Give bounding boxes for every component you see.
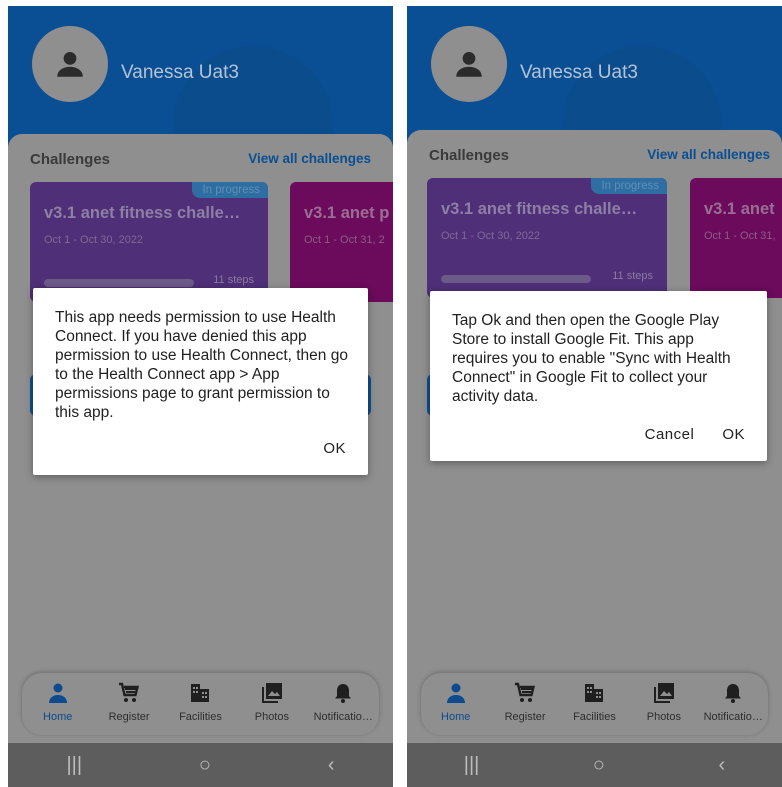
nav-home[interactable]: Home [426,681,486,723]
challenge-card[interactable]: v3.1 anet p Oct 1 - Oct 31, 2 [290,182,393,302]
photos-icon [653,683,674,703]
challenge-title: v3.1 anet p [304,204,390,222]
challenge-title: v3.1 anet fitness challe… [44,204,241,222]
challenges-title: Challenges [30,151,111,168]
person-icon [456,51,482,77]
nav-label: Notificatio… [313,711,373,723]
user-name: Vanessa Uat3 [520,62,638,83]
nav-label: Home [441,711,471,723]
challenge-steps: 11 steps [612,270,653,282]
bottom-nav: Home Register Facilities Photos Notifica… [22,673,379,735]
challenge-date: Oct 1 - Oct 30, 2022 [44,234,144,246]
cancel-button[interactable]: Cancel [645,426,695,443]
challenge-steps: 11 steps [213,274,254,286]
cart-icon [515,682,536,702]
challenge-progress [44,279,194,287]
bell-icon [335,684,352,703]
permission-dialog: This app needs permission to use Health … [33,288,368,475]
dialog-actions: OK [323,440,346,457]
phone-screen-left: Vanessa Uat3 Challenges View all challen… [8,6,393,787]
person-icon [57,51,83,77]
nav-register[interactable]: Register [99,681,159,723]
person-icon [446,683,465,703]
google-fit-dialog: Tap Ok and then open the Google Play Sto… [430,291,767,461]
avatar[interactable] [32,26,108,102]
challenge-card[interactable]: v3.1 anet Oct 1 - Oct 31, [690,178,782,298]
nav-label: Register [108,711,150,723]
dialog-message: Tap Ok and then open the Google Play Sto… [452,312,731,405]
photos-icon [261,683,282,703]
challenge-title: v3.1 anet [704,200,775,218]
system-nav-bar: ||| ○ ‹ [407,743,782,787]
nav-label: Photos [254,711,289,723]
nav-label: Facilities [573,711,616,723]
dialog-actions: Cancel OK [645,426,745,443]
nav-register[interactable]: Register [495,681,555,723]
status-badge: In progress [192,182,268,198]
phone-screen-right: Vanessa Uat3 Challenges View all challen… [407,6,782,787]
ok-button[interactable]: OK [323,440,346,457]
challenge-date: Oct 1 - Oct 31, [704,230,776,242]
bell-icon [725,684,742,703]
user-name: Vanessa Uat3 [121,62,239,83]
back-button[interactable]: ‹ [328,754,335,777]
challenge-date: Oct 1 - Oct 31, 2 [304,234,385,246]
nav-label: Facilities [179,711,222,723]
recents-button[interactable]: ||| [66,754,82,777]
nav-label: Notificatio… [703,711,763,723]
building-icon [191,684,210,702]
status-badge: In progress [591,178,667,194]
back-button[interactable]: ‹ [719,754,726,777]
building-icon [585,684,604,702]
nav-photos[interactable]: Photos [242,681,302,723]
nav-label: Home [43,711,73,723]
bottom-nav: Home Register Facilities Photos Notifica… [421,673,768,735]
challenge-card[interactable]: In progress v3.1 anet fitness challe… Oc… [30,182,268,302]
recents-button[interactable]: ||| [464,754,480,777]
nav-label: Photos [646,711,681,723]
ok-button[interactable]: OK [722,426,745,443]
cart-icon [119,682,140,702]
nav-facilities[interactable]: Facilities [564,681,624,723]
challenge-date: Oct 1 - Oct 30, 2022 [441,230,541,242]
nav-notifications[interactable]: Notificatio… [313,681,373,723]
dialog-message: This app needs permission to use Health … [55,309,348,421]
nav-home[interactable]: Home [28,681,88,723]
challenges-title: Challenges [429,147,510,164]
nav-notifications[interactable]: Notificatio… [703,681,763,723]
person-icon [48,683,67,703]
challenge-card[interactable]: In progress v3.1 anet fitness challe… Oc… [427,178,667,298]
challenge-progress [441,275,591,283]
home-button[interactable]: ○ [199,754,211,777]
view-all-challenges-link[interactable]: View all challenges [647,147,770,162]
nav-facilities[interactable]: Facilities [170,681,230,723]
home-button[interactable]: ○ [593,754,605,777]
challenge-title: v3.1 anet fitness challe… [441,200,638,218]
view-all-challenges-link[interactable]: View all challenges [248,151,371,166]
avatar[interactable] [431,26,507,102]
system-nav-bar: ||| ○ ‹ [8,743,393,787]
nav-label: Register [504,711,546,723]
nav-photos[interactable]: Photos [634,681,694,723]
